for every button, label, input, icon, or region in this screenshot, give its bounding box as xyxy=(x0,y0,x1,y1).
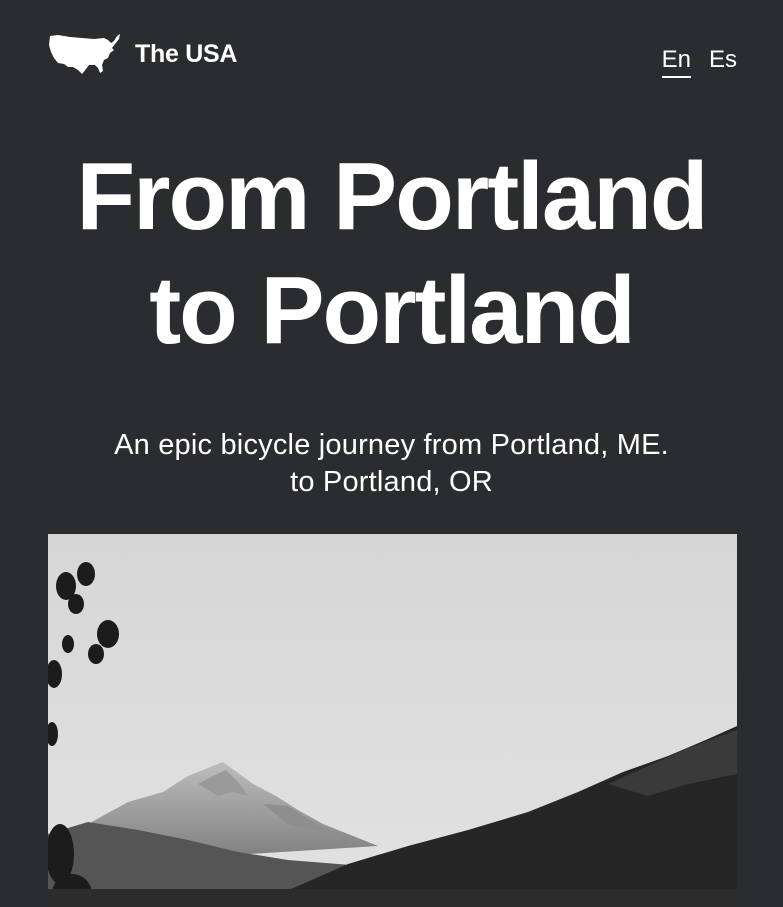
brand-link[interactable]: The USA xyxy=(48,30,237,78)
page-title: From Portland to Portland xyxy=(0,140,783,368)
title-line-2: to Portland xyxy=(149,257,636,364)
hero-photo xyxy=(48,534,737,907)
language-switcher: En Es xyxy=(661,44,737,78)
brand-name: The USA xyxy=(135,39,238,68)
site-header: The USA En Es xyxy=(48,30,737,80)
lang-en-link[interactable]: En xyxy=(661,44,691,78)
title-line-1: From Portland xyxy=(76,143,708,250)
usa-map-icon xyxy=(49,34,120,74)
mountain-landscape-image xyxy=(48,534,737,907)
page-subtitle: An epic bicycle journey from Portland, M… xyxy=(0,427,783,501)
subtitle-line-2: to Portland, OR xyxy=(290,466,493,498)
lang-es-link[interactable]: Es xyxy=(709,44,737,78)
subtitle-line-1: An epic bicycle journey from Portland, M… xyxy=(114,429,669,461)
